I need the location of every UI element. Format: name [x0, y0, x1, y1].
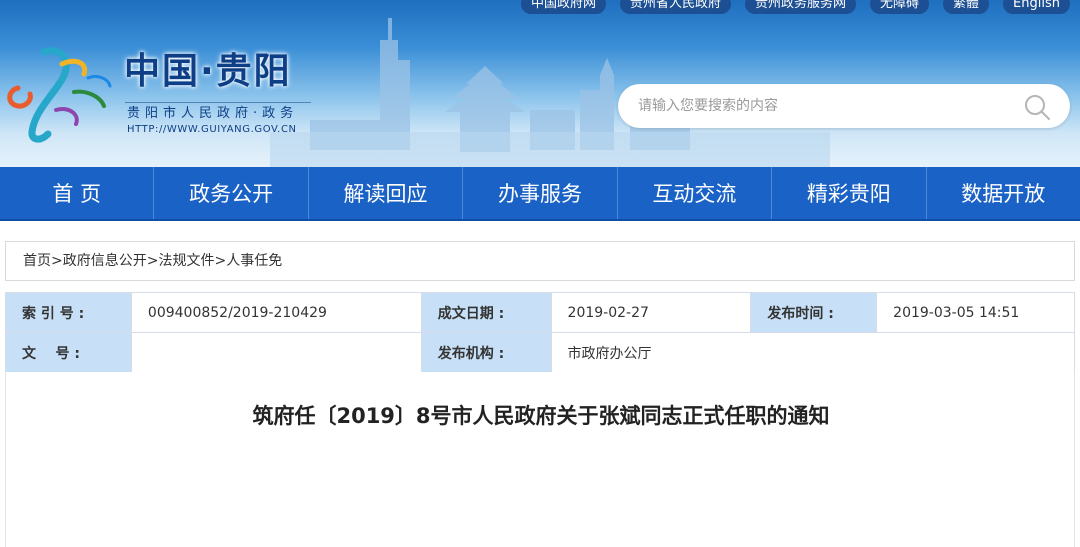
site-title[interactable]: 中国·贵阳	[124, 50, 292, 94]
written-date-label: 成文日期 :	[420, 292, 552, 333]
document-number-label: 文 号 :	[5, 332, 132, 373]
nav-item-services[interactable]: 办事服务	[463, 167, 618, 219]
title-divider	[125, 102, 311, 103]
table-row: 文 号 : 发布机构 : 市政府办公厅	[5, 332, 1076, 373]
main-nav: 首 页 政务公开 解读回应 办事服务 互动交流 精彩贵阳 数据开放	[0, 167, 1080, 221]
top-link-english[interactable]: English	[1003, 0, 1070, 14]
nav-item-wonderful-guiyang[interactable]: 精彩贵阳	[772, 167, 927, 219]
publish-time-label: 发布时间 :	[750, 292, 878, 333]
table-row: 索 引 号 : 009400852/2019-210429 成文日期 : 201…	[5, 292, 1075, 333]
document-number-value	[130, 332, 422, 373]
search-box	[618, 84, 1070, 128]
breadcrumb-separator: >	[146, 253, 159, 269]
top-link-guizhou-service[interactable]: 贵州政务服务网	[745, 0, 857, 14]
breadcrumb-separator: >	[51, 253, 63, 269]
breadcrumb-appointments[interactable]: 人事任免	[226, 253, 282, 269]
breadcrumb-home[interactable]: 首页	[23, 253, 51, 269]
breadcrumb: 首页>政府信息公开>法规文件>人事任免	[5, 241, 1075, 281]
search-icon[interactable]	[1022, 92, 1052, 122]
index-number-value: 009400852/2019-210429	[130, 292, 422, 333]
top-links: 中国政府网 贵州省人民政府 贵州政务服务网 无障碍 繁體 English	[520, 0, 1070, 14]
written-date-value: 2019-02-27	[550, 292, 752, 333]
search-input[interactable]	[638, 84, 1018, 128]
site-url: HTTP://WWW.GUIYANG.GOV.CN	[127, 124, 297, 135]
document-meta-table: 索 引 号 : 009400852/2019-210429 成文日期 : 201…	[5, 292, 1076, 373]
nav-item-home[interactable]: 首 页	[0, 167, 155, 219]
top-link-traditional[interactable]: 繁體	[943, 0, 990, 14]
guiyang-logo[interactable]	[4, 44, 116, 144]
nav-item-interaction[interactable]: 互动交流	[618, 167, 773, 219]
breadcrumb-regulations[interactable]: 法规文件	[158, 253, 214, 269]
nav-item-open-data[interactable]: 数据开放	[927, 167, 1080, 219]
top-link-guizhou-gov[interactable]: 贵州省人民政府	[619, 0, 731, 14]
article-content: 筑府任〔2019〕8号市人民政府关于张斌同志正式任职的通知	[5, 372, 1075, 547]
article-title: 筑府任〔2019〕8号市人民政府关于张斌同志正式任职的通知	[252, 404, 830, 428]
publishing-agency-label: 发布机构 :	[420, 332, 552, 373]
publishing-agency-value: 市政府办公厅	[550, 332, 1076, 373]
top-link-accessibility[interactable]: 无障碍	[870, 0, 930, 14]
index-number-label: 索 引 号 :	[5, 292, 132, 333]
top-link-gov-cn[interactable]: 中国政府网	[520, 0, 606, 14]
nav-item-interpretation[interactable]: 解读回应	[309, 167, 464, 219]
publish-time-value: 2019-03-05 14:51	[876, 292, 1075, 333]
breadcrumb-gov-info[interactable]: 政府信息公开	[63, 253, 147, 269]
header-banner: 中国政府网 贵州省人民政府 贵州政务服务网 无障碍 繁體 English 中国·…	[0, 0, 1080, 167]
site-subtitle: 贵阳市人民政府·政务	[127, 106, 299, 121]
breadcrumb-separator: >	[214, 253, 227, 269]
nav-item-gov-affairs[interactable]: 政务公开	[154, 167, 309, 219]
